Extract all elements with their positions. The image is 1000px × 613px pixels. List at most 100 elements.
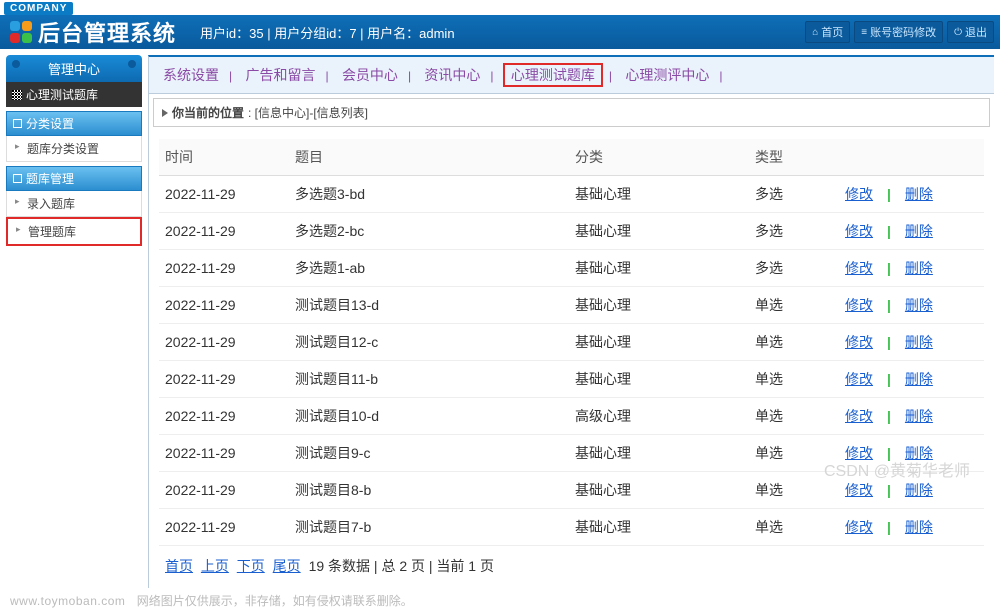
sidebar-section-category[interactable]: 分类设置: [6, 111, 142, 136]
pager-first[interactable]: 首页: [165, 558, 193, 574]
logout-icon: ⏻: [954, 27, 962, 38]
cell-type: 单选: [749, 361, 839, 398]
delete-link[interactable]: 删除: [905, 408, 933, 424]
table-row: 2022-11-29测试题目10-d高级心理单选修改|删除: [159, 398, 984, 435]
square-icon: [13, 174, 22, 183]
cell-time: 2022-11-29: [159, 361, 289, 398]
delete-link[interactable]: 删除: [905, 371, 933, 387]
cell-type: 单选: [749, 324, 839, 361]
pager-info: 19 条数据 | 总 2 页 | 当前 1 页: [309, 558, 494, 574]
sidebar-subheader: 心理测试题库: [6, 82, 142, 107]
cell-category: 基础心理: [569, 435, 749, 472]
edit-link[interactable]: 修改: [845, 482, 873, 498]
breadcrumb-path: : [信息中心]-[信息列表]: [248, 104, 368, 121]
sidebar-item-input-bank[interactable]: 录入题库: [6, 191, 142, 217]
sidebar-item-category-setting[interactable]: 题库分类设置: [6, 136, 142, 162]
footer-text: 网络图片仅供展示，非存储，如有侵权请联系删除。: [137, 594, 413, 608]
cell-category: 基础心理: [569, 472, 749, 509]
tab-test-bank[interactable]: 心理测试题库: [503, 63, 603, 87]
cell-ops: 修改|删除: [839, 250, 984, 287]
col-ops: [839, 139, 984, 176]
cell-title: 测试题目12-c: [289, 324, 569, 361]
sidebar-item-manage-bank[interactable]: 管理题库: [6, 217, 142, 246]
col-type: 类型: [749, 139, 839, 176]
pipe-icon: |: [887, 371, 891, 387]
tab-ads[interactable]: 广告和留言: [241, 67, 319, 83]
cell-category: 基础心理: [569, 324, 749, 361]
cell-title: 测试题目9-c: [289, 435, 569, 472]
tab-evaluation[interactable]: 心理测评中心: [621, 67, 713, 83]
delete-link[interactable]: 删除: [905, 223, 933, 239]
pager-last[interactable]: 尾页: [273, 558, 301, 574]
edit-link[interactable]: 修改: [845, 334, 873, 350]
system-title: 后台管理系统: [38, 16, 176, 48]
tab-system[interactable]: 系统设置: [159, 67, 223, 83]
delete-link[interactable]: 删除: [905, 297, 933, 313]
company-badge: COMPANY: [4, 2, 73, 15]
col-title: 题目: [289, 139, 569, 176]
pipe-icon: |: [887, 186, 891, 202]
pipe-icon: |: [887, 482, 891, 498]
sidebar: 管理中心 心理测试题库 分类设置 题库分类设置 题库管理 录入题库 管理题库: [0, 49, 148, 588]
cell-title: 测试题目7-b: [289, 509, 569, 546]
edit-link[interactable]: 修改: [845, 445, 873, 461]
cell-ops: 修改|删除: [839, 398, 984, 435]
section-label: 题库管理: [26, 170, 74, 187]
square-icon: [13, 119, 22, 128]
cell-type: 单选: [749, 509, 839, 546]
table-row: 2022-11-29测试题目11-b基础心理单选修改 | 删除: [159, 361, 984, 398]
pipe-icon: |: [887, 334, 891, 350]
pager-next[interactable]: 下页: [237, 558, 265, 574]
cell-time: 2022-11-29: [159, 472, 289, 509]
sidebar-section-bank[interactable]: 题库管理: [6, 166, 142, 191]
cell-title: 多选题2-bc: [289, 213, 569, 250]
pipe-icon: |: [887, 297, 891, 313]
cell-time: 2022-11-29: [159, 287, 289, 324]
delete-link[interactable]: 删除: [905, 445, 933, 461]
home-button[interactable]: ⌂首页: [805, 21, 850, 43]
cell-category: 高级心理: [569, 398, 749, 435]
edit-link[interactable]: 修改: [845, 223, 873, 239]
pipe-icon: |: [887, 445, 891, 461]
edit-link[interactable]: 修改: [845, 297, 873, 313]
delete-link[interactable]: 删除: [905, 186, 933, 202]
delete-link[interactable]: 删除: [905, 260, 933, 276]
cell-type: 单选: [749, 435, 839, 472]
cell-type: 单选: [749, 472, 839, 509]
key-icon: ≡: [861, 27, 867, 38]
table-row: 2022-11-29测试题目7-b基础心理单选修改|删除: [159, 509, 984, 546]
tab-bar: 系统设置| 广告和留言| 会员中心| 资讯中心| 心理测试题库| 心理测评中心|: [149, 57, 994, 94]
password-label: 账号密码修改: [870, 24, 936, 40]
delete-link[interactable]: 删除: [905, 334, 933, 350]
cell-type: 多选: [749, 176, 839, 213]
edit-link[interactable]: 修改: [845, 371, 873, 387]
tab-member[interactable]: 会员中心: [338, 67, 402, 83]
edit-link[interactable]: 修改: [845, 260, 873, 276]
cell-ops: 修改 | 删除: [839, 509, 984, 546]
cell-ops: 修改 | 删除: [839, 435, 984, 472]
pipe-icon: |: [887, 519, 891, 535]
cell-time: 2022-11-29: [159, 398, 289, 435]
data-table: 时间 题目 分类 类型 2022-11-29多选题3-bd基础心理多选修改|删除…: [159, 139, 984, 546]
delete-link[interactable]: 删除: [905, 482, 933, 498]
tab-news[interactable]: 资讯中心: [420, 67, 484, 83]
logout-button[interactable]: ⏻退出: [947, 21, 994, 43]
cell-title: 多选题1-ab: [289, 250, 569, 287]
cell-time: 2022-11-29: [159, 435, 289, 472]
home-label: 首页: [821, 24, 843, 40]
cell-title: 测试题目8-b: [289, 472, 569, 509]
edit-link[interactable]: 修改: [845, 519, 873, 535]
header-bar: 后台管理系统 用户id：35 | 用户分组id：7 | 用户名：admin ⌂首…: [0, 15, 1000, 49]
edit-link[interactable]: 修改: [845, 186, 873, 202]
cell-category: 基础心理: [569, 361, 749, 398]
cell-title: 测试题目11-b: [289, 361, 569, 398]
cell-ops: 修改|删除: [839, 213, 984, 250]
user-info: 用户id：35 | 用户分组id：7 | 用户名：admin: [200, 23, 805, 42]
cell-category: 基础心理: [569, 287, 749, 324]
pager-prev[interactable]: 上页: [201, 558, 229, 574]
password-button[interactable]: ≡账号密码修改: [854, 21, 943, 43]
edit-link[interactable]: 修改: [845, 408, 873, 424]
table-row: 2022-11-29多选题3-bd基础心理多选修改|删除: [159, 176, 984, 213]
cell-ops: 修改 | 删除: [839, 324, 984, 361]
delete-link[interactable]: 删除: [905, 519, 933, 535]
